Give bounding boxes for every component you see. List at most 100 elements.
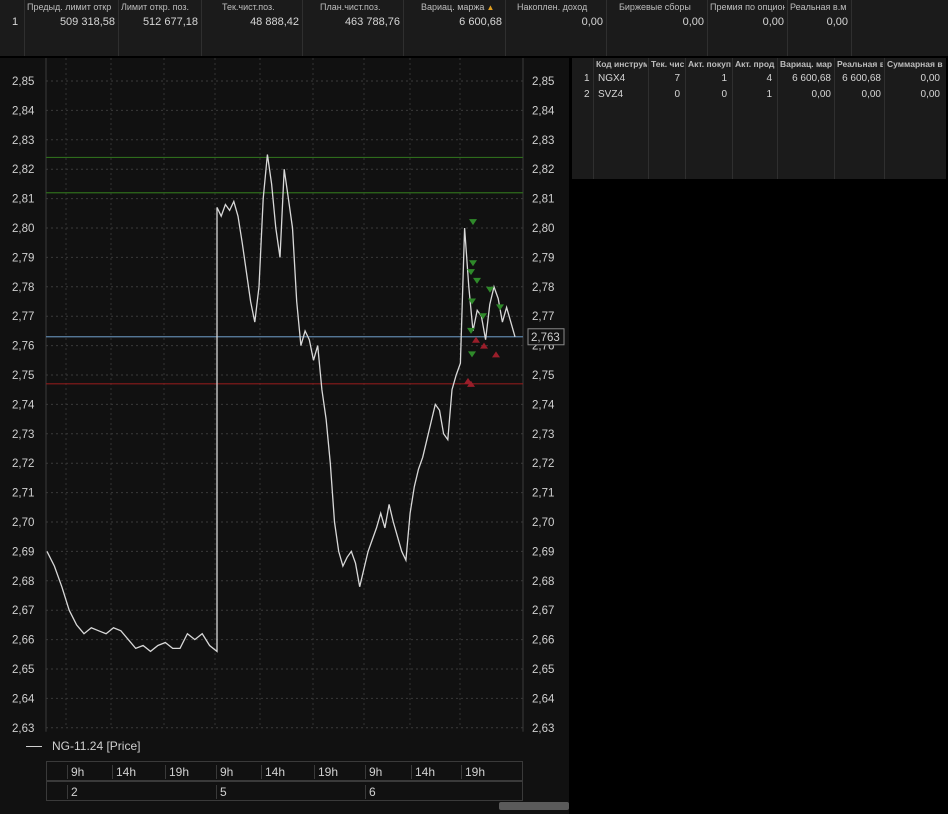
cell-value: 0,00 (762, 16, 784, 28)
y-tick-label-left: 2,84 (12, 105, 35, 117)
portfolio-summary-table: 1 Предыд. лимит откр 509 318,58 Лимит от… (0, 0, 948, 56)
x-tick-label: 19h (314, 765, 338, 779)
row-number: 2 (584, 89, 590, 100)
chart-background (0, 58, 569, 758)
cell-value: 48 888,42 (250, 16, 299, 28)
cell-value: 0,00 (826, 16, 848, 28)
column-current-net[interactable]: Тек. чис 7 0 (649, 58, 686, 179)
y-tick-label-right: 2,79 (532, 252, 554, 264)
row-number-cell[interactable]: 1 (0, 0, 25, 56)
column-current-net-pos[interactable]: Тек.чист.поз. 48 888,42 (202, 0, 303, 56)
column-header: Тек. чис (651, 59, 684, 69)
y-tick-label-left: 2,77 (12, 311, 34, 323)
x-day-label: 5 (216, 785, 227, 799)
cell-value: 1 (766, 89, 772, 100)
column-header: Акт. прод (735, 59, 775, 69)
column-header: Лимит откр. поз. (121, 2, 190, 12)
column-active-sell[interactable]: Акт. прод 4 1 (733, 58, 778, 179)
y-tick-label-right: 2,70 (532, 517, 554, 529)
column-header: Код инструм (596, 59, 647, 69)
column-row-number[interactable]: 1 2 (572, 58, 594, 179)
column-header: Акт. покуп (688, 59, 731, 69)
chart-scrollbar[interactable] (499, 802, 569, 810)
y-tick-label-right: 2,71 (532, 488, 554, 500)
cell-value: NGX4 (598, 73, 626, 84)
cell-value: 0,00 (920, 89, 940, 100)
legend-label: NG-11.24 [Price] (52, 739, 141, 753)
y-tick-label-left: 2,78 (12, 282, 34, 294)
current-price-label: 2,763 (531, 332, 560, 344)
y-tick-label-left: 2,68 (12, 576, 34, 588)
column-instrument-code[interactable]: Код инструм NGX4 SVZ4 (594, 58, 649, 179)
column-option-premium[interactable]: Премия по опцион 0,00 (708, 0, 788, 56)
x-tick-label: 14h (261, 765, 285, 779)
x-tick-label: 9h (67, 765, 84, 779)
y-tick-label-left: 2,64 (12, 693, 35, 705)
cell-value: 4 (766, 73, 772, 84)
y-tick-label-left: 2,76 (12, 341, 34, 353)
y-tick-label-left: 2,71 (12, 488, 34, 500)
y-tick-label-left: 2,67 (12, 605, 34, 617)
column-accumulated-income[interactable]: Накоплен. доход 0,00 (506, 0, 607, 56)
time-axis-days: 2 5 6 (46, 781, 523, 801)
y-tick-label-left: 2,66 (12, 635, 34, 647)
y-tick-label-right: 2,77 (532, 311, 554, 323)
column-variation-margin[interactable]: Вариац. мар 6 600,68 0,00 (778, 58, 835, 179)
y-tick-label-right: 2,68 (532, 576, 554, 588)
column-variation-margin[interactable]: Вариац. маржа ▲ 6 600,68 (404, 0, 506, 56)
y-tick-label-left: 2,74 (12, 399, 35, 411)
y-tick-label-left: 2,80 (12, 223, 34, 235)
column-real-vm[interactable]: Реальная в 6 600,68 0,00 (835, 58, 885, 179)
y-tick-label-right: 2,83 (532, 135, 554, 147)
cell-value: 6 600,68 (842, 73, 881, 84)
sort-ascending-icon[interactable]: ▲ (486, 3, 494, 12)
column-header: План.чист.поз. (320, 2, 381, 12)
column-total-vm[interactable]: Суммарная в 0,00 0,00 (885, 58, 946, 179)
time-axis[interactable]: 9h 14h 19h 9h 14h 19h 9h 14h 19h 2 5 6 (0, 761, 569, 801)
x-tick-label: 9h (216, 765, 233, 779)
cell-value: 1 (721, 73, 727, 84)
column-header: Вариац. мар (780, 59, 833, 69)
x-tick-label: 19h (461, 765, 485, 779)
column-header: Предыд. лимит откр (27, 2, 112, 12)
y-tick-label-left: 2,65 (12, 664, 34, 676)
y-tick-label-right: 2,66 (532, 635, 554, 647)
y-tick-label-right: 2,84 (532, 105, 555, 117)
y-tick-label-left: 2,72 (12, 458, 34, 470)
column-exchange-fees[interactable]: Биржевые сборы 0,00 (607, 0, 708, 56)
cell-value: 6 600,68 (792, 73, 831, 84)
y-tick-label-right: 2,85 (532, 76, 554, 88)
y-tick-label-right: 2,73 (532, 429, 554, 441)
column-prev-open-limit[interactable]: Предыд. лимит откр 509 318,58 (25, 0, 119, 56)
cell-value: 0,00 (682, 16, 704, 28)
column-header: Тек.чист.поз. (222, 2, 275, 12)
x-tick-label: 19h (165, 765, 189, 779)
price-chart-panel[interactable]: 2,85 2,85 2,84 2,84 2,83 2,83 2,82 2,82 2,81 2,81… (0, 58, 569, 814)
column-active-buy[interactable]: Акт. покуп 1 0 (686, 58, 733, 179)
y-tick-label-left: 2,75 (12, 370, 34, 382)
y-tick-label-left: 2,63 (12, 723, 34, 735)
row-number: 1 (12, 16, 19, 28)
y-tick-label-right: 2,81 (532, 194, 554, 206)
column-open-limit[interactable]: Лимит откр. поз. 512 677,18 (119, 0, 202, 56)
column-real-vm[interactable]: Реальная в.м 0,00 (788, 0, 852, 56)
y-tick-label-right: 2,67 (532, 605, 554, 617)
y-tick-label-left: 2,79 (12, 252, 34, 264)
chart-legend[interactable]: NG-11.24 [Price] (26, 739, 140, 753)
y-tick-label-left: 2,70 (12, 517, 34, 529)
cell-value: 0,00 (861, 89, 881, 100)
column-header: Биржевые сборы (619, 2, 691, 12)
legend-line-icon (26, 746, 42, 748)
x-day-label: 2 (67, 785, 78, 799)
y-tick-label-left: 2,69 (12, 546, 34, 558)
cell-value: 0,00 (920, 73, 940, 84)
column-header: Накоплен. доход (517, 2, 588, 12)
row-number: 1 (584, 73, 590, 84)
y-tick-label-right: 2,69 (532, 546, 554, 558)
cell-value: 509 318,58 (59, 16, 115, 28)
x-tick-label: 14h (411, 765, 435, 779)
column-header: Реальная в.м (790, 2, 847, 12)
price-chart[interactable]: 2,85 2,85 2,84 2,84 2,83 2,83 2,82 2,82 2,81 2,81… (0, 58, 569, 758)
column-planned-net-pos[interactable]: План.чист.поз. 463 788,76 (303, 0, 404, 56)
column-header: Реальная в (837, 59, 883, 69)
